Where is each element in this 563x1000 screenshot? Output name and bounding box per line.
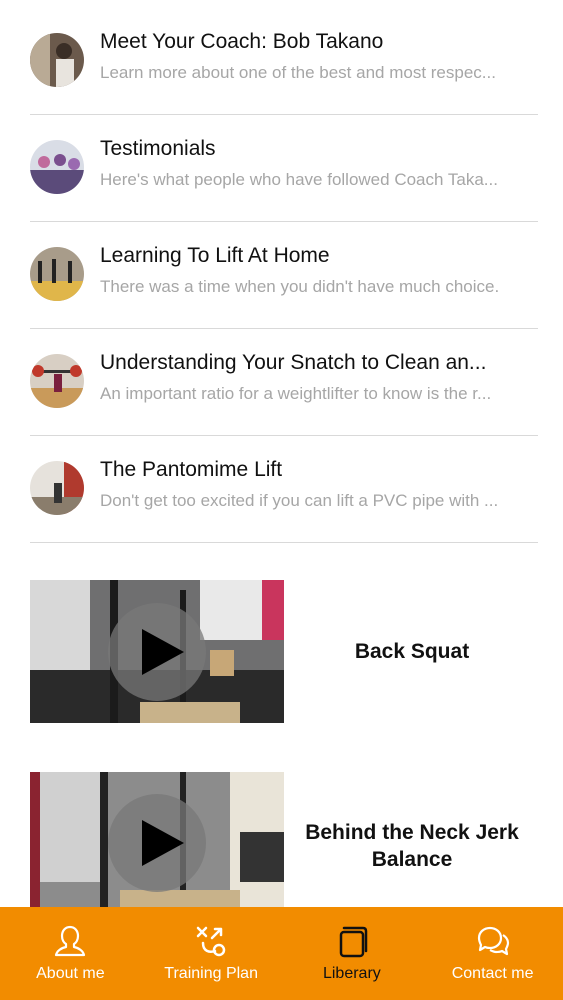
article-title: Meet Your Coach: Bob Takano — [100, 30, 384, 53]
tab-label: Liberary — [322, 965, 381, 982]
article-pantomime-lift[interactable]: The Pantomime Lift Don't get too excited… — [30, 436, 538, 543]
chat-icon — [477, 926, 509, 956]
article-meet-your-coach[interactable]: Meet Your Coach: Bob Takano Learn more a… — [30, 8, 538, 115]
tab-label: About me — [36, 965, 105, 982]
tab-contact-me[interactable]: Contact me — [422, 907, 563, 1000]
video-thumbnail — [30, 580, 284, 723]
article-subtitle: Here's what people who have followed Coa… — [100, 170, 498, 189]
article-title: Understanding Your Snatch to Clean an... — [100, 351, 487, 374]
article-thumbnail — [30, 140, 84, 194]
article-subtitle: Learn more about one of the best and mos… — [100, 63, 496, 82]
article-subtitle: An important ratio for a weightlifter to… — [100, 384, 492, 403]
article-thumbnail — [30, 461, 84, 515]
library-icon — [339, 926, 368, 958]
tab-training-plan[interactable]: Training Plan — [141, 907, 282, 1000]
article-subtitle: There was a time when you didn't have mu… — [100, 277, 500, 296]
article-thumbnail — [30, 247, 84, 301]
play-button[interactable] — [108, 794, 206, 892]
article-testimonials[interactable]: Testimonials Here's what people who have… — [30, 115, 538, 222]
article-title: The Pantomime Lift — [100, 458, 283, 481]
article-learning-to-lift[interactable]: Learning To Lift At Home There was a tim… — [30, 222, 538, 329]
play-button[interactable] — [108, 603, 206, 701]
article-title: Learning To Lift At Home — [100, 244, 330, 267]
article-thumbnail — [30, 33, 84, 87]
play-icon — [142, 820, 184, 866]
bottom-tab-bar: About me Training Plan Liberary Contact … — [0, 907, 563, 1000]
person-icon — [55, 925, 86, 957]
article-subtitle: Don't get too excited if you can lift a … — [100, 491, 499, 510]
article-title: Testimonials — [100, 137, 216, 160]
play-icon — [142, 629, 184, 675]
article-snatch-to-clean[interactable]: Understanding Your Snatch to Clean an...… — [30, 329, 538, 436]
video-title: Behind the Neck Jerk Balance — [305, 821, 519, 871]
tab-label: Training Plan — [164, 965, 258, 982]
video-back-squat[interactable]: Back Squat — [30, 580, 538, 725]
tab-label: Contact me — [451, 965, 534, 982]
tab-about-me[interactable]: About me — [0, 907, 141, 1000]
video-behind-neck-jerk[interactable]: Behind the Neck Jerk Balance — [30, 772, 538, 917]
tab-library[interactable]: Liberary — [282, 907, 423, 1000]
video-thumbnail — [30, 772, 284, 907]
video-title: Back Squat — [354, 640, 470, 663]
training-plan-icon — [196, 926, 226, 957]
article-thumbnail — [30, 354, 84, 408]
